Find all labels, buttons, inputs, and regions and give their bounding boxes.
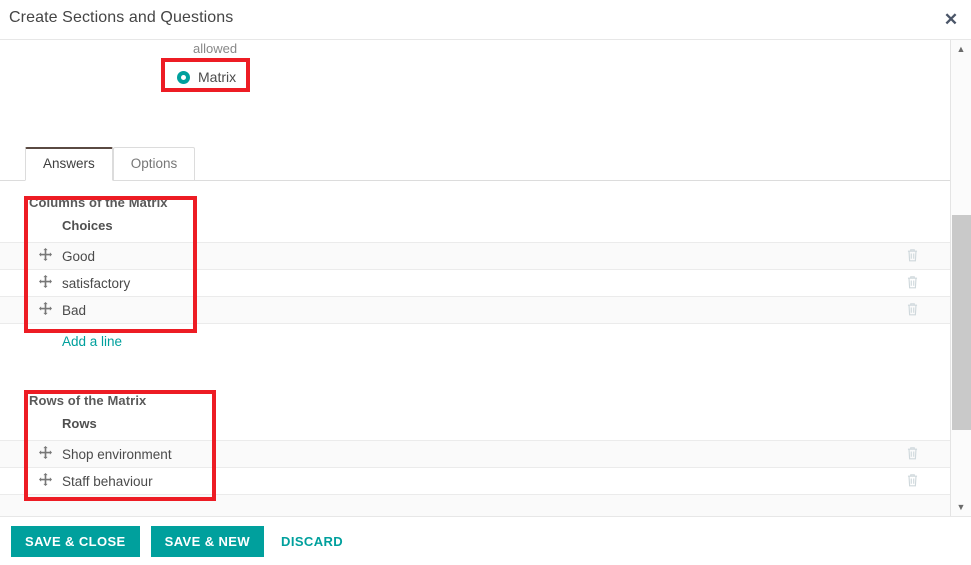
move-icon[interactable] (39, 473, 52, 489)
handle-column-header (0, 416, 62, 441)
add-a-line-link[interactable]: Add a line (0, 324, 122, 349)
tab-options[interactable]: Options (112, 147, 196, 181)
columns-section-title: Columns of the Matrix (29, 195, 168, 210)
trash-icon[interactable] (906, 275, 919, 292)
tab-bar: Answers Options (0, 147, 950, 181)
rows-table: Rows Shop environment Staff behaviour (0, 416, 950, 516)
row-drag-handle-cell[interactable] (0, 494, 62, 516)
create-sections-questions-dialog: Create Sections and Questions ✕ allowed … (0, 0, 971, 565)
trash-icon[interactable] (906, 248, 919, 265)
question-type-option-label: Matrix (198, 69, 237, 85)
row-label-cell[interactable]: Staff behaviour (62, 467, 875, 495)
move-icon[interactable] (39, 302, 52, 318)
row-delete-cell[interactable] (875, 467, 950, 495)
move-icon[interactable] (39, 275, 52, 291)
row-label-cell[interactable] (62, 494, 875, 516)
row-label-cell[interactable]: Bad (62, 296, 875, 324)
scrollbar-thumb[interactable] (952, 215, 971, 430)
row-drag-handle-cell[interactable] (0, 242, 62, 270)
columns-table: Choices Good satisfactory Bad (0, 218, 950, 324)
scroll-up-icon[interactable]: ▲ (951, 40, 971, 58)
table-header-row: Choices (0, 218, 950, 243)
radio-selected-icon[interactable] (177, 70, 190, 84)
row-label-cell[interactable]: Shop environment (62, 440, 875, 468)
trash-icon[interactable] (906, 473, 919, 490)
dialog-footer: SAVE & CLOSE SAVE & NEW DISCARD (0, 516, 971, 565)
row-delete-cell[interactable] (875, 494, 950, 516)
table-row[interactable]: Shop environment (0, 440, 950, 468)
question-type-option-matrix[interactable]: Matrix (177, 69, 236, 85)
rows-column-header: Rows (62, 416, 97, 431)
table-row[interactable]: Good (0, 242, 950, 270)
table-row-partial[interactable] (0, 494, 950, 516)
page-title: Create Sections and Questions (9, 9, 234, 26)
row-drag-handle-cell[interactable] (0, 269, 62, 297)
dialog-body: allowed Matrix Answers Options Columns o… (0, 40, 971, 516)
vertical-scrollbar[interactable]: ▲ ▼ (950, 40, 971, 516)
scroll-content-area: allowed Matrix Answers Options Columns o… (0, 40, 950, 516)
table-row[interactable]: Staff behaviour (0, 467, 950, 495)
move-icon[interactable] (39, 446, 52, 462)
row-label-cell[interactable]: Good (62, 242, 875, 270)
row-delete-cell[interactable] (875, 440, 950, 468)
choices-column-header: Choices (62, 218, 113, 233)
save-and-close-button[interactable]: SAVE & CLOSE (11, 525, 140, 557)
table-header-row: Rows (0, 416, 950, 441)
tab-answers[interactable]: Answers (25, 147, 113, 181)
row-drag-handle-cell[interactable] (0, 296, 62, 324)
discard-button[interactable]: DISCARD (275, 526, 349, 557)
save-and-new-button[interactable]: SAVE & NEW (150, 525, 265, 557)
move-icon[interactable] (39, 248, 52, 264)
rows-of-matrix-section: Rows of the Matrix Rows Shop environment… (0, 379, 950, 516)
trash-icon[interactable] (906, 302, 919, 319)
question-type-area: allowed Matrix (0, 40, 950, 148)
rows-section-title: Rows of the Matrix (29, 393, 147, 408)
row-delete-cell[interactable] (875, 242, 950, 270)
delete-column-header (875, 416, 950, 441)
row-delete-cell[interactable] (875, 296, 950, 324)
table-row[interactable]: Bad (0, 296, 950, 324)
row-delete-cell[interactable] (875, 269, 950, 297)
close-icon[interactable]: ✕ (940, 8, 962, 30)
row-label-cell[interactable]: satisfactory (62, 269, 875, 297)
trash-icon[interactable] (906, 446, 919, 463)
row-drag-handle-cell[interactable] (0, 467, 62, 495)
table-row[interactable]: satisfactory (0, 269, 950, 297)
columns-of-matrix-section: Columns of the Matrix Choices Good satis… (0, 181, 950, 351)
allowed-hint-text: allowed (193, 41, 238, 56)
scroll-down-icon[interactable]: ▼ (951, 498, 971, 516)
delete-column-header (875, 218, 950, 243)
handle-column-header (0, 218, 62, 243)
row-drag-handle-cell[interactable] (0, 440, 62, 468)
dialog-header: Create Sections and Questions ✕ (0, 0, 971, 40)
